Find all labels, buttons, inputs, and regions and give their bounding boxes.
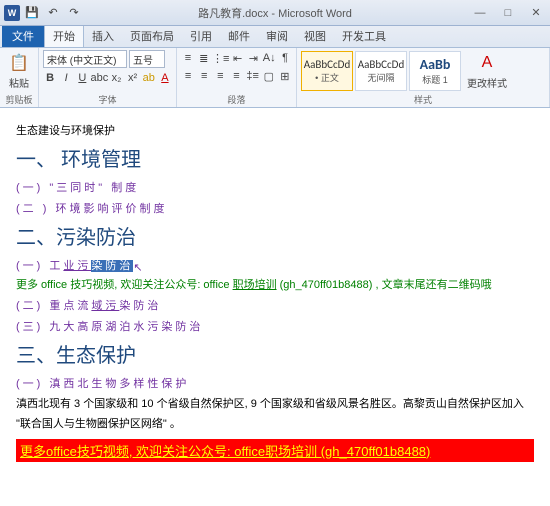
tab-home[interactable]: 开始: [44, 24, 84, 47]
numbering-icon[interactable]: ≣: [197, 50, 211, 66]
style-name: • 正文: [315, 71, 339, 84]
paste-button[interactable]: 📋 粘贴: [4, 50, 34, 92]
mouse-cursor-icon: ↖: [133, 258, 143, 272]
indent-inc-icon[interactable]: ⇥: [246, 50, 260, 66]
clipboard-group-label: 剪贴板: [4, 93, 34, 107]
heading-2: 二、污染防治: [16, 222, 534, 254]
selected-text: 染防治: [91, 260, 133, 272]
window-title: 路凡教育.docx - Microsoft Word: [198, 5, 352, 21]
save-icon[interactable]: 💾: [23, 4, 41, 22]
text-fragment: (三) 九大高原湖: [16, 321, 119, 333]
group-styles: AaBbCcDd • 正文 AaBbCcDd 无间隔 AaBb 标题 1 A 更…: [297, 48, 550, 107]
indent-dec-icon[interactable]: ⇤: [231, 50, 245, 66]
change-styles-button[interactable]: A 更改样式: [463, 50, 511, 92]
tab-file[interactable]: 文件: [2, 25, 44, 47]
font-name-combo[interactable]: 宋体 (中文正文): [43, 50, 127, 68]
justify-icon[interactable]: ≡: [229, 68, 243, 84]
font-size-combo[interactable]: 五号: [129, 50, 165, 68]
subheading: (一) 滇西北生物多样性保护: [16, 374, 534, 395]
show-marks-icon[interactable]: ¶: [278, 50, 292, 66]
style-name: 无间隔: [367, 71, 394, 84]
shading-icon[interactable]: ▢: [262, 68, 276, 84]
underline-icon[interactable]: U: [75, 70, 89, 86]
promo-link[interactable]: 职场培训: [233, 279, 277, 291]
tab-developer[interactable]: 开发工具: [334, 25, 394, 47]
change-styles-icon: A: [476, 52, 498, 74]
text-fragment: 域污: [91, 300, 119, 312]
styles-group-label: 样式: [301, 93, 545, 107]
window-controls: — □ ✕: [470, 5, 546, 21]
tab-review[interactable]: 审阅: [258, 25, 296, 47]
style-no-spacing[interactable]: AaBbCcDd 无间隔: [355, 51, 407, 91]
footer-promo-banner: 更多office技巧视频, 欢迎关注公众号: office职场培训 (gh_47…: [16, 439, 534, 462]
group-clipboard: 📋 粘贴 剪贴板: [0, 48, 39, 107]
style-normal[interactable]: AaBbCcDd • 正文: [301, 51, 353, 91]
promo-line: 更多 office 技巧视频, 欢迎关注公众号: office 职场培训 (gh…: [16, 276, 534, 296]
group-paragraph: ≡ ≣ ⋮≡ ⇤ ⇥ A↓ ¶ ≡ ≡ ≡ ≡ ‡≡ ▢ ⊞ 段落: [177, 48, 297, 107]
body-paragraph: 滇西北现有 3 个国家级和 10 个省级自然保护区, 9 个国家级和省级风景名胜…: [16, 395, 534, 435]
text-fragment: 业污: [63, 260, 91, 272]
document-area[interactable]: 生态建设与环境保护 一、 环境管理 (一) "三同时" 制度 (二 ) 环境影响…: [0, 108, 550, 506]
minimize-icon[interactable]: —: [470, 5, 490, 21]
change-styles-label: 更改样式: [467, 75, 507, 90]
font-color-icon[interactable]: A: [158, 70, 172, 86]
bullets-icon[interactable]: ≡: [181, 50, 195, 66]
subheading: (二 ) 环境影响评价制度: [16, 199, 534, 220]
text-fragment: 染防治: [119, 300, 161, 312]
style-sample: AaBb: [420, 56, 451, 73]
text-fragment: 物多样性保护: [105, 378, 189, 390]
ribbon-tabs: 文件 开始 插入 页面布局 引用 邮件 审阅 视图 开发工具: [0, 26, 550, 48]
borders-icon[interactable]: ⊞: [278, 68, 292, 84]
undo-icon[interactable]: ↶: [44, 4, 62, 22]
align-left-icon[interactable]: ≡: [181, 68, 195, 84]
style-name: 标题 1: [422, 73, 448, 86]
redo-icon[interactable]: ↷: [65, 4, 83, 22]
tab-layout[interactable]: 页面布局: [122, 25, 182, 47]
style-heading1[interactable]: AaBb 标题 1: [409, 51, 461, 91]
paragraph-group-label: 段落: [181, 93, 292, 107]
text-fragment: (一) 工: [16, 260, 63, 272]
title-bar: W 💾 ↶ ↷ 路凡教育.docx - Microsoft Word — □ ✕: [0, 0, 550, 26]
text-fragment: (一) 滇西北生: [16, 378, 105, 390]
paste-icon: 📋: [8, 52, 30, 74]
ribbon: 📋 粘贴 剪贴板 宋体 (中文正文) 五号 B I U abc x₂ x² ab…: [0, 48, 550, 108]
superscript-icon[interactable]: x²: [126, 70, 140, 86]
highlight-icon[interactable]: ab: [142, 70, 156, 86]
align-right-icon[interactable]: ≡: [213, 68, 227, 84]
text-fragment: 泊水污染防治: [119, 321, 203, 333]
paste-label: 粘贴: [9, 75, 29, 90]
sort-icon[interactable]: A↓: [262, 50, 276, 66]
text-fragment: (二) 重点流: [16, 300, 91, 312]
italic-icon[interactable]: I: [59, 70, 73, 86]
text-fragment: 更多 office 技巧视频, 欢迎关注公众号: office: [16, 279, 233, 291]
word-app-icon[interactable]: W: [4, 5, 20, 21]
subheading-with-selection: (一) 工业污染防治↖: [16, 256, 534, 277]
page[interactable]: 生态建设与环境保护 一、 环境管理 (一) "三同时" 制度 (二 ) 环境影响…: [0, 108, 550, 506]
heading-1: 一、 环境管理: [16, 144, 534, 176]
style-sample: AaBbCcDd: [304, 58, 350, 71]
heading-3: 三、生态保护: [16, 340, 534, 372]
maximize-icon[interactable]: □: [498, 5, 518, 21]
strike-icon[interactable]: abc: [91, 70, 107, 86]
tab-insert[interactable]: 插入: [84, 25, 122, 47]
subheading: (二) 重点流域污染防治: [16, 296, 534, 317]
tab-references[interactable]: 引用: [182, 25, 220, 47]
quick-access-toolbar: W 💾 ↶ ↷: [0, 4, 83, 22]
text-fragment: (gh_470ff01b8488) , 文章末尾还有二维码哦: [277, 279, 492, 291]
subheading: (一) "三同时" 制度: [16, 178, 534, 199]
group-font: 宋体 (中文正文) 五号 B I U abc x₂ x² ab A 字体: [39, 48, 177, 107]
font-group-label: 字体: [43, 93, 172, 107]
tab-view[interactable]: 视图: [296, 25, 334, 47]
align-center-icon[interactable]: ≡: [197, 68, 211, 84]
bold-icon[interactable]: B: [43, 70, 57, 86]
body-line: 生态建设与环境保护: [16, 122, 534, 142]
style-sample: AaBbCcDd: [358, 58, 404, 71]
tab-mailings[interactable]: 邮件: [220, 25, 258, 47]
multilevel-icon[interactable]: ⋮≡: [213, 50, 229, 66]
subscript-icon[interactable]: x₂: [109, 70, 123, 86]
close-icon[interactable]: ✕: [526, 5, 546, 21]
subheading: (三) 九大高原湖泊水污染防治: [16, 317, 534, 338]
line-spacing-icon[interactable]: ‡≡: [246, 68, 260, 84]
